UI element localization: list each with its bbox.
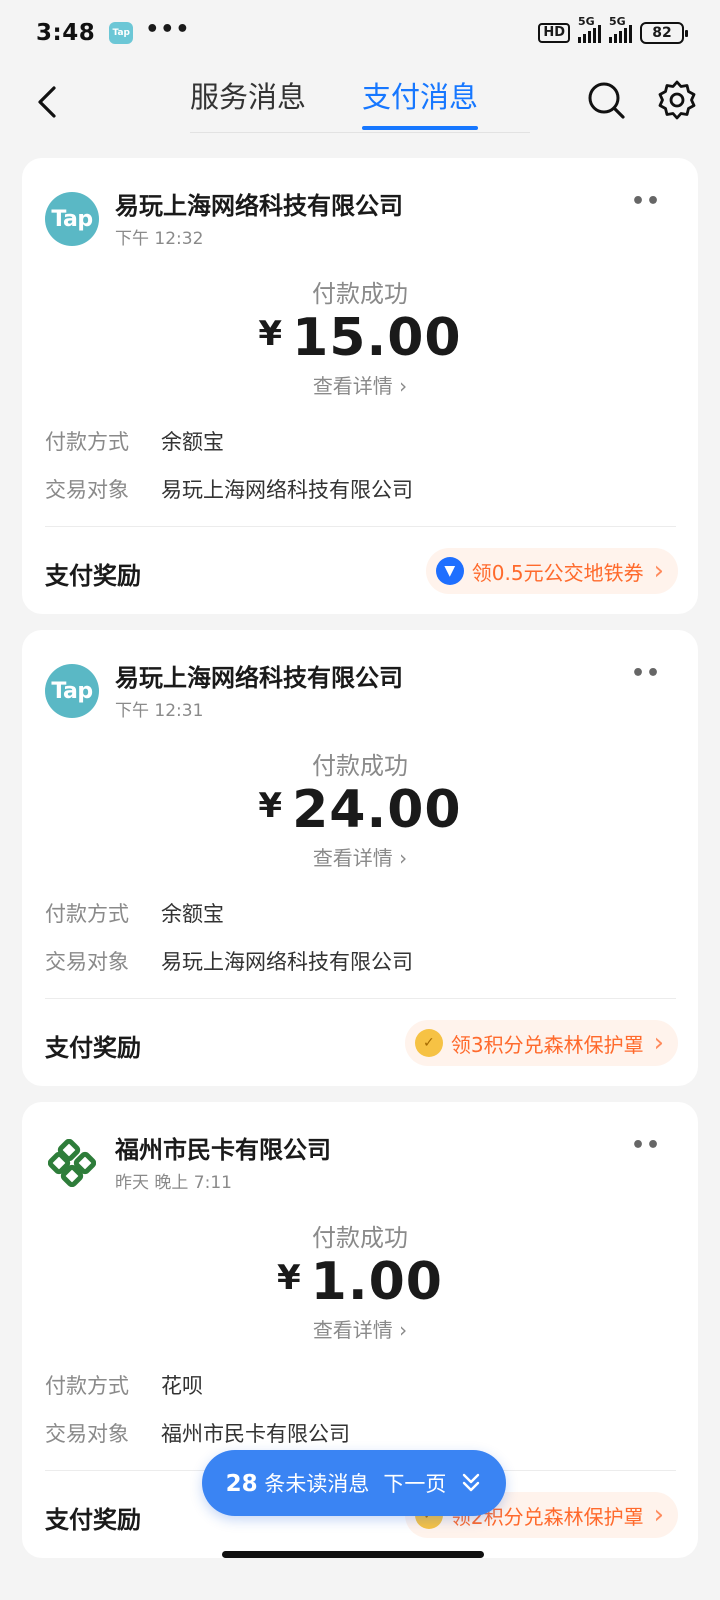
- currency-symbol: ¥: [277, 1258, 301, 1298]
- row-value: 花呗: [161, 1374, 203, 1398]
- status-bar: 3:48 Tap ••• HD 5G 5G 82: [0, 0, 720, 66]
- counterparty-row: 交易对象 易玩上海网络科技有限公司: [45, 474, 413, 504]
- message-time: 下午 12:31: [115, 701, 204, 721]
- double-chevron-down-icon: [463, 1473, 480, 1492]
- payment-amount: ¥24.00: [22, 780, 698, 840]
- status-time: 3:48: [36, 20, 96, 46]
- chevron-right-icon: ›: [399, 846, 408, 870]
- back-icon[interactable]: [26, 80, 70, 124]
- tab-bar: 服务消息 支付消息: [190, 74, 479, 130]
- unread-summary: 28 条未读消息: [226, 1468, 370, 1498]
- row-value: 余额宝: [161, 430, 224, 454]
- merchant-logo: [45, 1136, 99, 1190]
- counterparty-row: 交易对象 易玩上海网络科技有限公司: [45, 946, 413, 976]
- amount-value: 1.00: [310, 1252, 443, 1312]
- search-icon[interactable]: [584, 78, 628, 122]
- notification-dots: •••: [145, 16, 191, 42]
- more-options-icon[interactable]: ••: [628, 1135, 664, 1162]
- hd-icon: HD: [538, 23, 570, 43]
- status-indicators: HD 5G 5G 82: [538, 15, 688, 44]
- points-icon: ✓: [414, 1029, 443, 1057]
- currency-symbol: ¥: [258, 314, 283, 354]
- payment-status: 付款成功: [312, 1224, 408, 1252]
- divider: [45, 998, 676, 999]
- battery-icon: 82: [640, 22, 688, 44]
- reward-title: 支付奖励: [45, 562, 141, 590]
- reward-title: 支付奖励: [45, 1034, 141, 1062]
- more-options-icon[interactable]: ••: [628, 191, 664, 218]
- row-value: 余额宝: [161, 902, 224, 926]
- row-label: 交易对象: [45, 950, 129, 974]
- view-details-link[interactable]: 查看详情 ›: [22, 370, 698, 399]
- nav-header: 服务消息 支付消息: [0, 66, 720, 148]
- chevron-right-icon: ›: [399, 1318, 408, 1342]
- transit-coupon-icon: ▼: [435, 557, 464, 585]
- payment-amount: ¥15.00: [22, 308, 698, 368]
- merchant-logo: Tap: [45, 664, 99, 718]
- gear-icon[interactable]: [655, 78, 699, 122]
- next-page-label: 下一页: [383, 1472, 447, 1496]
- payment-status: 付款成功: [312, 752, 408, 780]
- reward-title: 支付奖励: [45, 1506, 141, 1534]
- tab-service-messages[interactable]: 服务消息: [190, 74, 306, 126]
- view-details-link[interactable]: 查看详情 ›: [22, 842, 698, 871]
- chevron-right-icon: ›: [399, 374, 408, 398]
- message-time: 昨天 晚上 7:11: [115, 1173, 232, 1193]
- reward-button[interactable]: ✓ 领3积分兑森林保护罩 ›: [404, 1020, 678, 1066]
- currency-symbol: ¥: [258, 786, 283, 826]
- payment-method-row: 付款方式 花呗: [45, 1370, 203, 1400]
- payment-amount: ¥1.00: [22, 1252, 698, 1312]
- row-label: 交易对象: [45, 478, 129, 502]
- signal-icon: 5G: [578, 15, 601, 43]
- divider: [45, 526, 676, 527]
- merchant-name: 福州市民卡有限公司: [115, 1136, 331, 1164]
- reward-text: 领3积分兑森林保护罩: [450, 1032, 644, 1057]
- payment-card[interactable]: Tap 易玩上海网络科技有限公司 下午 12:32 •• 付款成功 ¥15.00…: [22, 158, 698, 614]
- home-indicator[interactable]: [222, 1551, 484, 1558]
- row-label: 付款方式: [45, 430, 129, 454]
- payment-method-row: 付款方式 余额宝: [45, 426, 224, 456]
- view-details-link[interactable]: 查看详情 ›: [22, 1314, 698, 1343]
- merchant-name: 易玩上海网络科技有限公司: [115, 192, 403, 220]
- signal-icon-2: 5G: [609, 15, 632, 43]
- chevron-right-icon: ›: [653, 1028, 664, 1058]
- chevron-right-icon: ›: [653, 1500, 664, 1530]
- counterparty-row: 交易对象 福州市民卡有限公司: [45, 1418, 350, 1448]
- row-value: 易玩上海网络科技有限公司: [161, 478, 413, 502]
- amount-value: 15.00: [292, 308, 462, 368]
- reward-text: 领0.5元公交地铁券: [471, 560, 644, 585]
- unread-messages-button[interactable]: 28 条未读消息 下一页: [202, 1450, 506, 1516]
- reward-button[interactable]: ▼ 领0.5元公交地铁券 ›: [425, 548, 678, 594]
- payment-status: 付款成功: [312, 280, 408, 308]
- payment-method-row: 付款方式 余额宝: [45, 898, 224, 928]
- message-time: 下午 12:32: [115, 229, 204, 249]
- unread-count: 28: [225, 1471, 258, 1497]
- tab-divider: [190, 132, 530, 133]
- unread-label: 条未读消息: [264, 1472, 370, 1496]
- citizen-card-logo-icon: [48, 1139, 96, 1187]
- row-label: 付款方式: [45, 902, 129, 926]
- chevron-right-icon: ›: [653, 556, 664, 586]
- merchant-logo: Tap: [45, 192, 99, 246]
- payment-card[interactable]: Tap 易玩上海网络科技有限公司 下午 12:31 •• 付款成功 ¥24.00…: [22, 630, 698, 1086]
- tap-app-icon: Tap: [109, 22, 134, 44]
- amount-value: 24.00: [292, 780, 462, 840]
- merchant-name: 易玩上海网络科技有限公司: [115, 664, 403, 692]
- row-label: 付款方式: [45, 1374, 129, 1398]
- row-label: 交易对象: [45, 1422, 129, 1446]
- tab-payment-messages[interactable]: 支付消息: [362, 74, 479, 130]
- more-options-icon[interactable]: ••: [628, 663, 664, 690]
- row-value: 易玩上海网络科技有限公司: [161, 950, 413, 974]
- row-value: 福州市民卡有限公司: [161, 1422, 350, 1446]
